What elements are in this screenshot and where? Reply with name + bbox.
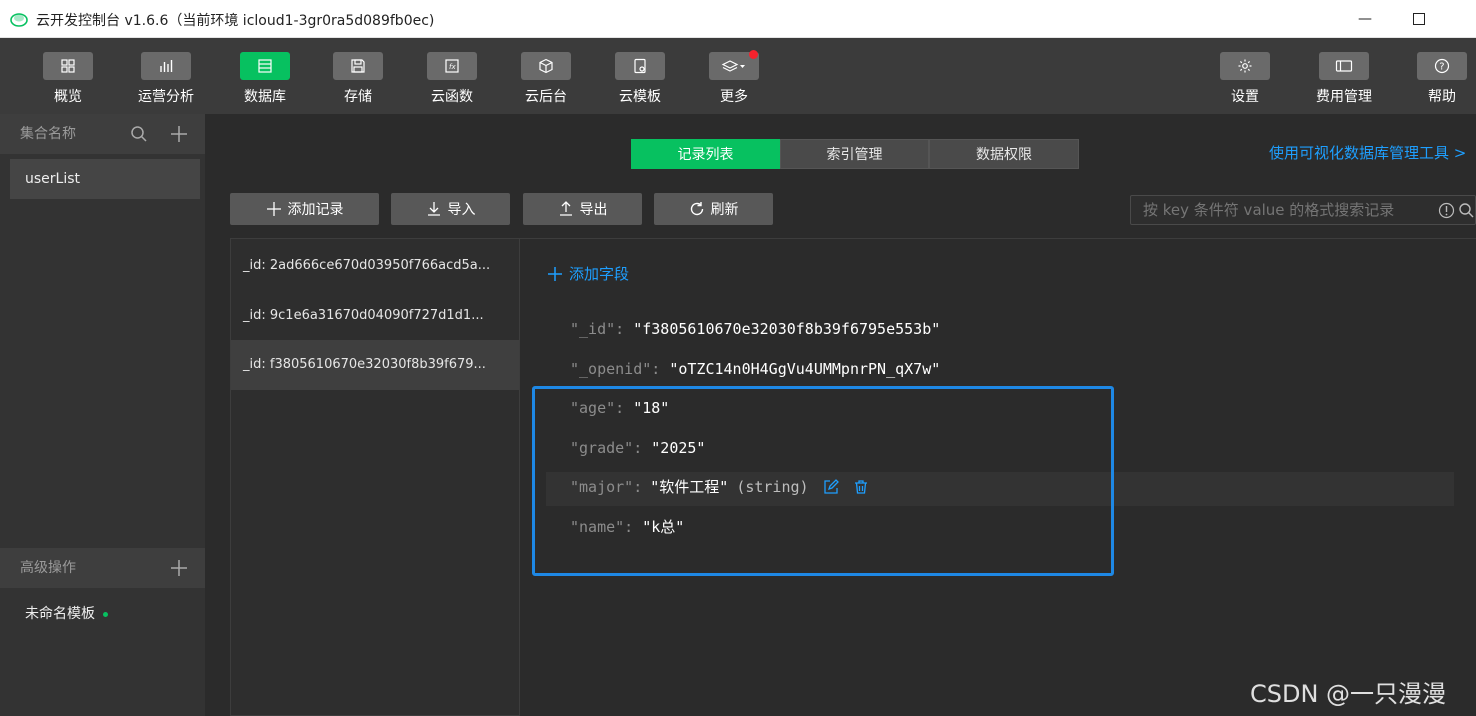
add-record-button[interactable]: 添加记录 [230, 193, 379, 225]
plus-icon [266, 202, 281, 216]
field-row-id[interactable]: "_id": "f3805610670e32030f8b39f6795e553b… [570, 317, 940, 341]
field-value: "oTZC14n0H4GgVu4UMMpnrPN_qX7w" [669, 360, 941, 378]
minimize-icon[interactable]: — [1342, 0, 1388, 38]
toolbar-cloud-functions[interactable]: fx 云函数 [416, 52, 488, 108]
toolbar-label: 数据库 [244, 89, 286, 105]
refresh-icon [690, 202, 703, 216]
main-panel: 记录列表 索引管理 数据权限 使用可视化数据库管理工具 > 添加记录 导入 导出… [205, 114, 1476, 716]
field-row-openid[interactable]: "_openid": "oTZC14n0H4GgVu4UMMpnrPN_qX7w… [570, 357, 940, 381]
function-icon: fx [445, 59, 459, 73]
toolbar-label: 设置 [1231, 89, 1259, 105]
gear-icon [1238, 59, 1252, 73]
collections-header: 集合名称 [0, 114, 205, 154]
toolbar-storage[interactable]: 存储 [322, 52, 394, 108]
help-icon: ? [1434, 58, 1450, 74]
toolbar-label: 运营分析 [138, 89, 194, 105]
export-label: 导出 [579, 202, 608, 218]
plus-icon [548, 266, 562, 281]
app-logo-icon [10, 13, 28, 27]
record-item-selected[interactable]: _id: f3805610670e32030f8b39f679... [231, 340, 519, 390]
field-value: "f3805610670e32030f8b39f6795e553b" [633, 320, 941, 338]
toolbar-label: 费用管理 [1316, 89, 1372, 105]
download-icon [427, 202, 440, 216]
grid-icon [61, 59, 75, 73]
search-input[interactable] [1131, 196, 1431, 224]
field-key: "_openid": [570, 360, 661, 378]
export-button[interactable]: 导出 [523, 193, 642, 225]
save-icon [351, 59, 365, 73]
search-box [1130, 195, 1476, 225]
toolbar-label: 存储 [344, 89, 372, 105]
layers-icon [721, 60, 745, 72]
search-icon[interactable] [130, 114, 148, 154]
record-list: _id: 2ad666ce670d03950f766acd5a... _id: … [230, 238, 520, 716]
notification-dot [749, 50, 758, 59]
toolbar-label: 帮助 [1428, 89, 1456, 105]
maximize-icon[interactable] [1396, 0, 1442, 38]
add-field-button[interactable]: 添加字段 [547, 263, 629, 284]
record-item[interactable]: _id: 9c1e6a31670d04090f727d1d1... [231, 291, 519, 341]
svg-text:fx: fx [449, 63, 456, 71]
collection-item-userlist[interactable]: userList [10, 159, 200, 199]
tab-index-management[interactable]: 索引管理 [780, 139, 929, 169]
window-title: 云开发控制台 v1.6.6（当前环境 icloud1-3gr0ra5d089fb… [36, 13, 435, 29]
add-collection-icon[interactable] [170, 114, 188, 154]
info-icon[interactable] [1438, 202, 1455, 219]
template-icon [634, 58, 646, 74]
status-dot [103, 611, 108, 617]
watermark: CSDN @一只漫漫 [1250, 680, 1447, 708]
toolbar-label: 云后台 [525, 89, 567, 105]
collections-header-label: 集合名称 [20, 126, 76, 142]
toolbar-billing[interactable]: 费用管理 [1308, 52, 1380, 108]
toolbar-label: 更多 [720, 89, 748, 105]
highlight-box [532, 386, 1114, 576]
title-bar: 云开发控制台 v1.6.6（当前环境 icloud1-3gr0ra5d089fb… [0, 0, 1476, 38]
template-item[interactable]: 未命名模板 [10, 594, 200, 634]
cube-icon [539, 58, 553, 74]
import-button[interactable]: 导入 [391, 193, 510, 225]
record-item[interactable]: _id: 2ad666ce670d03950f766acd5a... [231, 241, 519, 291]
field-key: "_id": [570, 320, 625, 338]
toolbar-database[interactable]: 数据库 [229, 52, 301, 108]
toolbar-help[interactable]: ? 帮助 [1406, 52, 1476, 108]
tab-data-permissions[interactable]: 数据权限 [929, 139, 1079, 169]
toolbar-label: 云模板 [619, 89, 661, 105]
template-item-label: 未命名模板 [25, 606, 95, 622]
advanced-header-label: 高级操作 [20, 560, 76, 576]
toolbar-label: 概览 [54, 89, 82, 105]
toolbar-cloud-templates[interactable]: 云模板 [604, 52, 676, 108]
add-field-label: 添加字段 [569, 265, 630, 283]
add-record-label: 添加记录 [287, 202, 344, 218]
bar-chart-icon [160, 60, 173, 72]
sidebar: 集合名称 userList 高级操作 未命名模板 [0, 114, 205, 716]
main-toolbar: 概览 运营分析 数据库 存储 fx 云函数 云后台 云模板 更多 设置 费用管理 … [0, 38, 1476, 114]
record-detail: 添加字段 "_id": "f3805610670e32030f8b39f6795… [520, 238, 1476, 716]
add-template-icon[interactable] [170, 548, 188, 588]
upload-icon [559, 201, 572, 216]
refresh-label: 刷新 [710, 202, 739, 218]
toolbar-cloud-backend[interactable]: 云后台 [510, 52, 582, 108]
visual-db-tool-link[interactable]: 使用可视化数据库管理工具 > [1269, 142, 1466, 163]
toolbar-label: 云函数 [431, 89, 473, 105]
tab-record-list[interactable]: 记录列表 [631, 139, 780, 169]
toolbar-settings[interactable]: 设置 [1209, 52, 1281, 108]
toolbar-overview[interactable]: 概览 [32, 52, 104, 108]
svg-text:?: ? [1439, 62, 1444, 73]
advanced-header: 高级操作 [0, 548, 205, 588]
import-label: 导入 [447, 202, 476, 218]
database-icon [258, 59, 272, 73]
search-icon[interactable] [1458, 202, 1475, 219]
toolbar-analytics[interactable]: 运营分析 [130, 52, 202, 108]
billing-icon [1335, 60, 1353, 72]
toolbar-more[interactable]: 更多 [698, 50, 770, 108]
refresh-button[interactable]: 刷新 [654, 193, 773, 225]
